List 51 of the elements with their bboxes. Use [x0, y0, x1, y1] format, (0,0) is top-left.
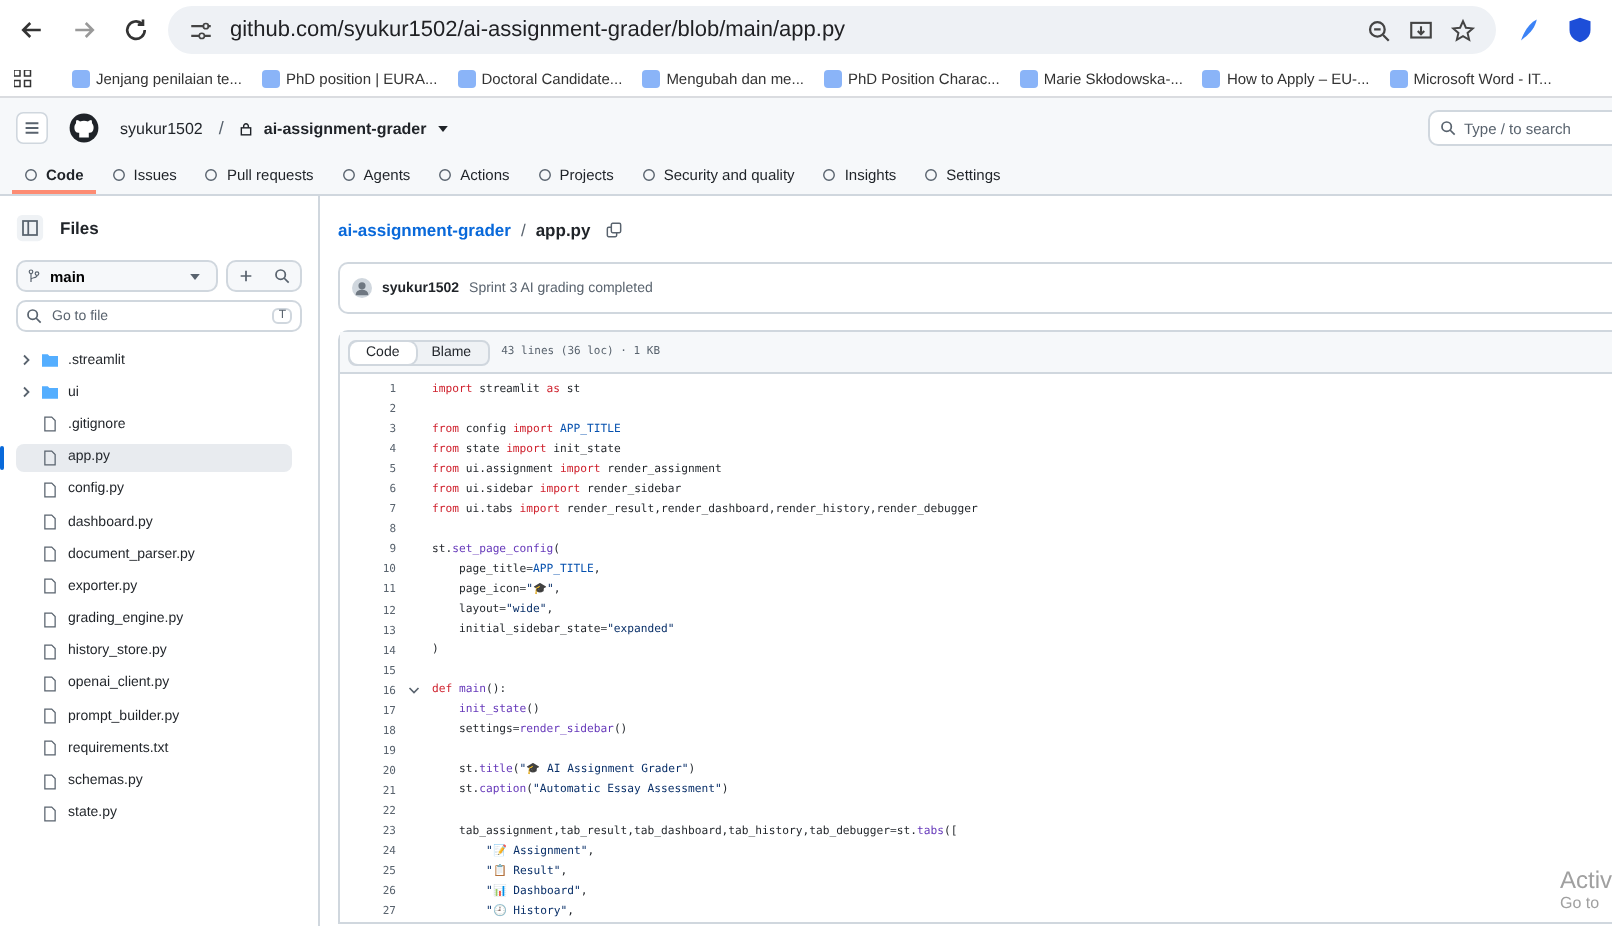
favicon-icon: [642, 69, 661, 87]
forward-icon[interactable]: [70, 16, 98, 44]
avatar-icon: [352, 278, 372, 298]
star-icon[interactable]: [1450, 17, 1476, 43]
caret-icon: [190, 273, 200, 279]
activation-notice-text: Go to: [1560, 894, 1602, 912]
site-settings-icon[interactable]: [188, 17, 214, 43]
repo-link[interactable]: ai-assignment-grader: [263, 119, 427, 137]
search-icon: [1440, 120, 1456, 136]
search-icon: [26, 308, 42, 324]
path-separator: /: [520, 220, 526, 240]
address-bar[interactable]: github.com/syukur1502/ai-assignment-grader/blob/main/app.py: [168, 6, 1496, 54]
circle-icon: [438, 167, 453, 181]
sidebar-collapse-icon[interactable]: [16, 214, 44, 242]
favicon-icon: [1019, 69, 1038, 87]
chevron-icon[interactable]: [22, 354, 32, 367]
circle-icon: [641, 167, 656, 181]
favicon-icon: [1389, 69, 1408, 87]
octocat-logo-icon[interactable]: [68, 112, 100, 144]
favicon-icon: [457, 69, 476, 87]
path-separator: /: [218, 118, 224, 138]
copy-icon[interactable]: [606, 222, 623, 238]
circle-icon: [204, 167, 219, 181]
branch-icon: [28, 268, 40, 284]
file-name: app.py: [535, 220, 591, 240]
zoom-icon[interactable]: [1366, 17, 1392, 43]
apps-grid-icon[interactable]: [14, 69, 32, 87]
url-text: github.com/syukur1502/ai-assignment-grader/blob/main/app.py: [230, 18, 846, 42]
repo-link[interactable]: ai-assignment-grader: [338, 220, 511, 240]
circle-icon: [537, 167, 552, 181]
circle-icon: [341, 167, 356, 181]
favicon-icon: [1202, 69, 1221, 87]
favicon-icon: [72, 69, 90, 87]
back-icon[interactable]: [18, 16, 46, 44]
lock-icon: [239, 121, 252, 135]
chevron-icon[interactable]: [22, 386, 32, 399]
circle-icon: [111, 167, 126, 181]
favicon-icon: [823, 69, 842, 87]
circle-icon: [24, 167, 38, 181]
activation-notice-title: Activ: [1560, 866, 1612, 894]
install-app-icon[interactable]: [1408, 17, 1434, 43]
caret-icon[interactable]: [438, 125, 449, 131]
circle-icon: [924, 167, 939, 181]
circle-icon: [822, 167, 837, 181]
favicon-icon: [261, 69, 280, 87]
shield-icon[interactable]: [1566, 16, 1594, 44]
reload-icon[interactable]: [122, 16, 150, 44]
files-heading: Files: [60, 218, 99, 238]
menu-icon[interactable]: [16, 112, 48, 144]
fold-chevron-icon[interactable]: [408, 686, 420, 697]
owner-link[interactable]: syukur1502: [120, 119, 203, 137]
